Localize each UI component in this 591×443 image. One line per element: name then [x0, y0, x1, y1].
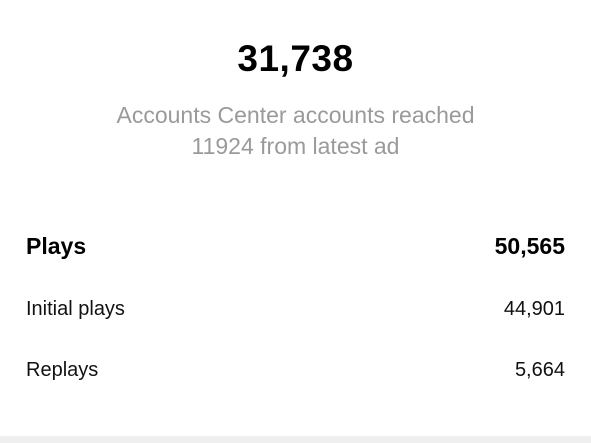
- replays-row: Replays 5,664: [26, 355, 565, 385]
- plays-label: Plays: [26, 232, 87, 259]
- plays-row: Plays 50,565: [26, 228, 565, 264]
- summary-section: 31,738: [0, 36, 591, 82]
- replays-label: Replays: [26, 358, 99, 381]
- description-line-2: 11924 from latest ad: [191, 133, 400, 159]
- section-divider: [0, 436, 591, 443]
- accounts-reached-total: 31,738: [237, 38, 354, 79]
- accounts-reached-description: Accounts Center accounts reached 11924 f…: [0, 100, 591, 162]
- plays-value: 50,565: [494, 232, 565, 259]
- initial-plays-label: Initial plays: [26, 297, 125, 320]
- replays-value: 5,664: [514, 358, 565, 381]
- description-line-1: Accounts Center accounts reached: [116, 102, 475, 128]
- initial-plays-row: Initial plays 44,901: [26, 294, 565, 324]
- initial-plays-value: 44,901: [503, 297, 565, 320]
